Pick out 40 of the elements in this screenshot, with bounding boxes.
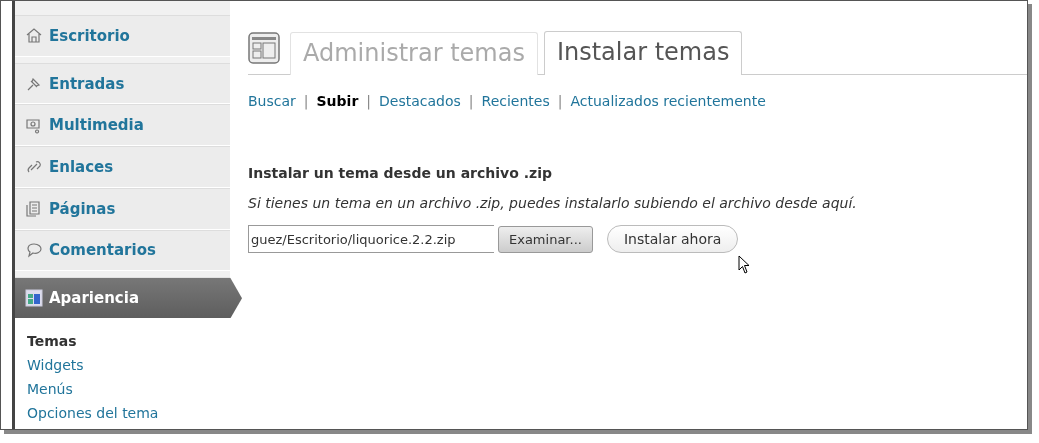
appearance-icon xyxy=(248,32,280,64)
separator: | xyxy=(366,93,372,109)
speech-bubble-icon xyxy=(25,241,43,260)
sidebar-item-label: Entradas xyxy=(49,74,125,93)
mouse-cursor-icon xyxy=(738,255,752,275)
sidebar-item[interactable]: Multimedia xyxy=(15,104,230,147)
filter-link[interactable]: Buscar xyxy=(248,93,296,109)
submenu-item[interactable]: Menús xyxy=(27,377,230,402)
install-button[interactable]: Instalar ahora xyxy=(606,225,739,253)
sidebar-item-label: Páginas xyxy=(49,199,116,218)
file-path-field[interactable]: guez/Escritorio/liquorice.2.2.zip xyxy=(248,225,494,253)
sidebar-item-label: Escritorio xyxy=(49,26,130,45)
media-icon xyxy=(25,116,43,135)
sidebar-item-label: Enlaces xyxy=(49,158,114,176)
sidebar-item[interactable]: Comentarios xyxy=(15,229,230,272)
submenu-item[interactable]: Temas xyxy=(27,329,230,354)
layout-icon xyxy=(25,289,43,308)
sidebar-item-label: Apariencia xyxy=(49,289,139,308)
submenu-item[interactable]: Opciones del tema xyxy=(27,401,230,426)
sidebar-item-label: Comentarios xyxy=(49,241,156,260)
submenu-item[interactable]: Widgets xyxy=(27,353,230,378)
sidebar-item[interactable]: Escritorio xyxy=(15,15,230,57)
filter-link[interactable]: Destacados xyxy=(379,93,461,109)
separator: | xyxy=(557,93,563,109)
home-icon xyxy=(25,26,43,45)
sidebar-item[interactable]: Páginas xyxy=(15,187,230,230)
description: Si tienes un tema en un archivo .zip, puedes instalarlo subiendo el archivo desde aquí. xyxy=(248,195,858,211)
separator: | xyxy=(468,93,474,109)
sidebar-item-label: Multimedia xyxy=(49,116,144,135)
filter-link[interactable]: Recientes xyxy=(481,93,550,109)
sidebar-item[interactable]: Apariencia xyxy=(15,277,242,320)
filter-link[interactable]: Actualizados recientemente xyxy=(570,93,766,109)
pages-icon xyxy=(25,199,43,218)
sidebar-item[interactable]: Enlaces xyxy=(15,146,230,188)
sidebar-item[interactable]: Entradas xyxy=(15,62,230,105)
separator: | xyxy=(303,93,309,109)
tab[interactable]: Instalar temas xyxy=(543,31,743,75)
filter-link[interactable]: Subir xyxy=(316,93,359,109)
browse-button[interactable]: Examinar... xyxy=(498,225,593,253)
section-heading: Instalar un tema desde un archivo .zip xyxy=(248,165,553,181)
